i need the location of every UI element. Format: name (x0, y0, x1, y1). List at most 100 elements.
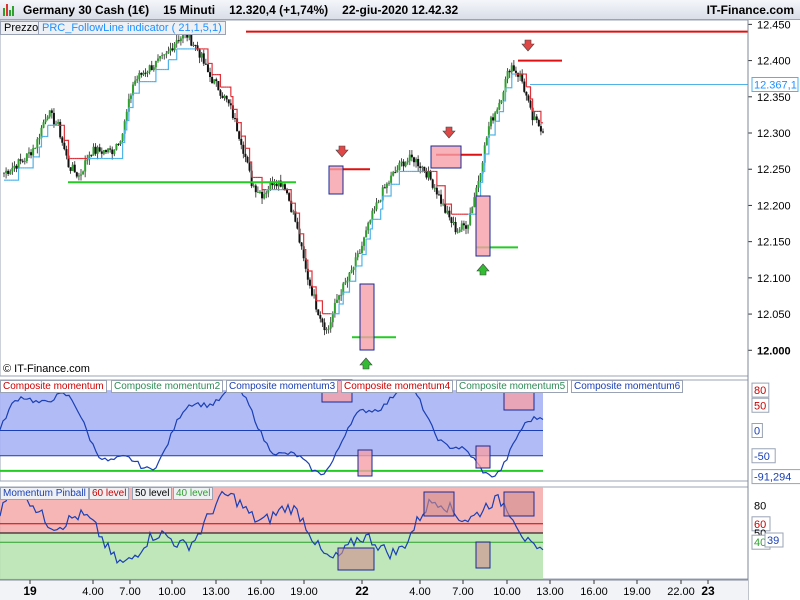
candle-body (252, 185, 255, 187)
candle-body (148, 65, 151, 72)
candle-body (154, 60, 157, 68)
candle-body (225, 95, 228, 100)
candle-body (36, 139, 39, 149)
price-tick-label: 12.250 (757, 164, 791, 176)
pinball-legend-item[interactable]: 50 level (132, 487, 173, 500)
candle-body (242, 144, 245, 154)
pinball-legend-item[interactable]: Momentum Pinball (0, 487, 89, 500)
candle-body (167, 51, 170, 54)
candle-body (398, 162, 401, 170)
momentum-legend-item[interactable]: Composite momentum6 (571, 380, 684, 393)
candle-body (138, 72, 141, 80)
candle-body (73, 164, 76, 173)
candle-body (521, 74, 524, 82)
momentum-legend-item[interactable]: Composite momentum (0, 380, 107, 393)
price-tick-label: 12.200 (757, 200, 791, 212)
candle-body (519, 74, 522, 77)
candle-body (161, 55, 164, 57)
momentum-band (0, 390, 543, 456)
candle-body (44, 119, 47, 123)
chart-canvas[interactable]: 12.450 12.400 12.350 12.300 12.250 12.200 12.1… (0, 20, 800, 600)
candle-body (86, 159, 89, 161)
candle-body (11, 167, 14, 172)
candle-body (404, 162, 407, 167)
candle-body (346, 280, 349, 283)
candle-body (227, 99, 230, 104)
candle-body (165, 53, 168, 55)
candle-body (209, 72, 212, 78)
candle-body (469, 213, 472, 225)
candle-body (492, 117, 495, 121)
momentum-legend-item[interactable]: Composite momentum3 (226, 380, 339, 393)
candle-body (471, 207, 474, 214)
price-legend-indicator[interactable]: PRC_FollowLine indicator ( 21,1,5,1) (38, 21, 226, 35)
pinball-tick-label: 39 (767, 535, 779, 547)
candle-body (367, 222, 370, 231)
pinball-legend-item[interactable]: 40 level (173, 487, 214, 500)
candle-body (410, 154, 413, 158)
candle-body (238, 131, 241, 139)
candle-body (437, 194, 440, 196)
candle-body (32, 148, 35, 156)
time-tick-label: 22.00 (667, 586, 695, 598)
price-tick-label: 12.450 (757, 20, 791, 31)
pattern-box (423, 491, 455, 517)
candle-body (7, 170, 10, 174)
candle-body (119, 141, 122, 145)
candle-body (498, 102, 501, 110)
candle-body (542, 131, 544, 133)
pinball-legend-item[interactable]: 60 level (89, 487, 130, 500)
candle-body (256, 191, 259, 193)
candle-body (429, 171, 432, 180)
instrument-name: Germany 30 Cash (1€) (23, 2, 150, 17)
candle-body (273, 183, 276, 186)
candle-body (358, 252, 361, 254)
price-tick-label: 12.350 (757, 92, 791, 104)
candle-body (356, 253, 359, 258)
datetime: 22-giu-2020 12.42.32 (342, 2, 459, 17)
price-legend-main[interactable]: Prezzo (0, 21, 43, 35)
momentum-legend-item[interactable]: Composite momentum5 (456, 380, 569, 393)
candle-body (84, 160, 87, 172)
candle-body (489, 117, 492, 127)
candle-body (144, 72, 147, 74)
candle-body (506, 70, 509, 80)
candle-body (202, 53, 205, 64)
candle-body (450, 217, 453, 223)
candle-body (365, 230, 368, 238)
candle-body (281, 184, 284, 187)
candle-body (15, 165, 18, 169)
candle-body (142, 72, 145, 75)
timeframe[interactable]: 15 Minuti (163, 3, 215, 17)
candle-body (217, 81, 220, 91)
candle-body (408, 154, 411, 161)
candle-body (71, 164, 74, 171)
candle-body (512, 65, 515, 71)
candle-body (171, 48, 174, 51)
candle-body (107, 148, 110, 153)
time-tick-label: 16.00 (580, 586, 608, 598)
pinball-tick-label: 40 (754, 537, 766, 549)
candle-body (388, 182, 390, 184)
price-panel: 12.450 12.400 12.350 12.300 12.250 12.200 12.1… (0, 20, 799, 377)
momentum-legend-item[interactable]: Composite momentum4 (341, 380, 454, 393)
candle-body (419, 166, 422, 169)
candle-body (102, 150, 105, 154)
candle-body (510, 65, 513, 73)
candle-body (63, 142, 66, 150)
candle-body (48, 110, 51, 117)
candle-body (229, 103, 232, 106)
candle-body (152, 67, 155, 71)
candle-body (219, 90, 222, 96)
price-tick-label: 12.300 (757, 128, 791, 140)
candle-body (500, 100, 503, 103)
momentum-tick-label: -91,294 (754, 472, 791, 484)
candle-body (52, 112, 55, 125)
time-tick-label: 22 (355, 584, 369, 598)
candle-body (265, 192, 268, 195)
candle-body (113, 149, 116, 155)
candle-body (21, 160, 24, 162)
momentum-legend-item[interactable]: Composite momentum2 (111, 380, 224, 393)
candle-body (175, 40, 178, 44)
candle-body (373, 209, 376, 211)
